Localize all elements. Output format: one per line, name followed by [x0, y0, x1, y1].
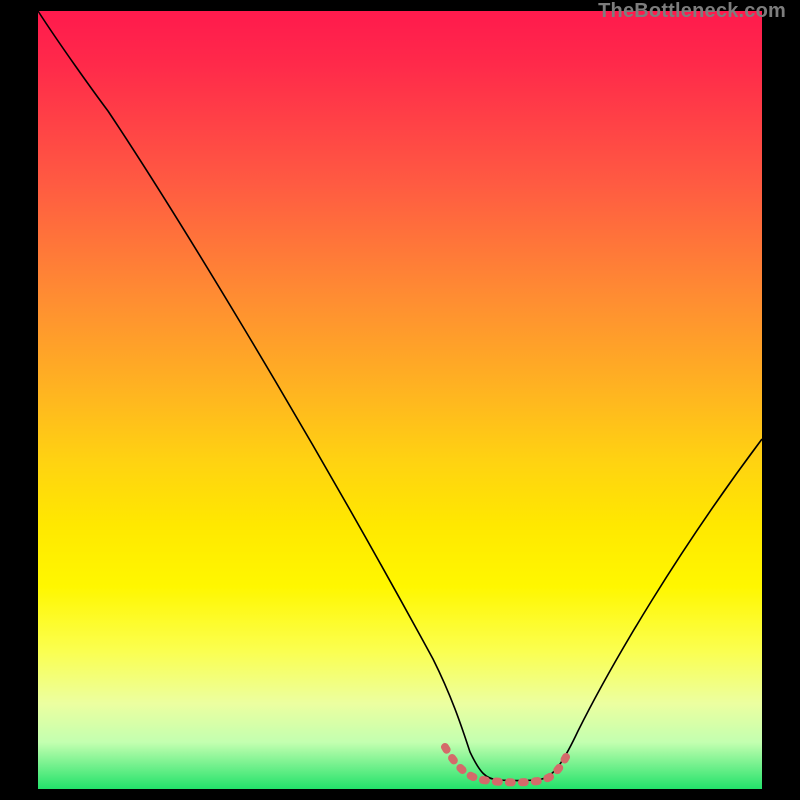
optimal-range-marker: [445, 747, 566, 782]
watermark-text: TheBottleneck.com: [0, 0, 800, 23]
bottleneck-curve: [38, 11, 762, 781]
curve-layer: [38, 11, 762, 789]
chart-frame: TheBottleneck.com: [0, 0, 800, 800]
plot-area: [38, 11, 762, 789]
